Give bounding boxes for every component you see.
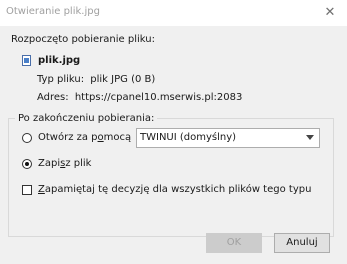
open-with-label[interactable]: Otwórz za pomocą: [38, 132, 131, 143]
dialog-content: Rozpoczęto pobieranie pliku: plik.jpg Ty…: [0, 26, 347, 264]
file-row: plik.jpg: [22, 55, 80, 66]
remember-label[interactable]: Zapamiętaj tę decyzję dla wszystkich pli…: [38, 184, 311, 195]
download-intro: Rozpoczęto pobieranie pliku:: [11, 34, 155, 45]
file-type-label: Typ pliku:: [37, 74, 85, 85]
save-file-radio[interactable]: [22, 159, 32, 169]
remember-checkbox[interactable]: [22, 185, 32, 195]
document-icon: [22, 55, 31, 66]
open-with-radio[interactable]: [22, 133, 32, 143]
save-file-label[interactable]: Zapisz plik: [38, 158, 91, 169]
close-icon[interactable]: ✕: [317, 1, 343, 25]
app-select-value: TWINUI (domyślny): [140, 132, 237, 143]
ok-button[interactable]: OK: [206, 233, 262, 253]
file-type-value: plik JPG (0 B): [90, 74, 156, 85]
address-row: Adres: https://cpanel10.mserwis.pl:2083: [37, 92, 242, 103]
download-dialog: Otwieranie plik.jpg ✕ Rozpoczęto pobiera…: [0, 0, 347, 264]
chevron-down-icon: [306, 135, 314, 140]
window-title: Otwieranie plik.jpg: [6, 6, 100, 17]
group-legend: Po zakończeniu pobierania:: [15, 113, 158, 124]
file-type-row: Typ pliku: plik JPG (0 B): [37, 74, 155, 85]
cancel-button[interactable]: Anuluj: [274, 233, 330, 253]
address-label: Adres:: [37, 92, 69, 103]
file-name: plik.jpg: [38, 55, 81, 66]
address-value: https://cpanel10.mserwis.pl:2083: [74, 92, 243, 103]
title-bar: Otwieranie plik.jpg ✕: [0, 0, 347, 26]
app-select[interactable]: TWINUI (domyślny): [136, 128, 320, 148]
after-download-group: Po zakończeniu pobierania: Otwórz za pom…: [8, 113, 334, 237]
